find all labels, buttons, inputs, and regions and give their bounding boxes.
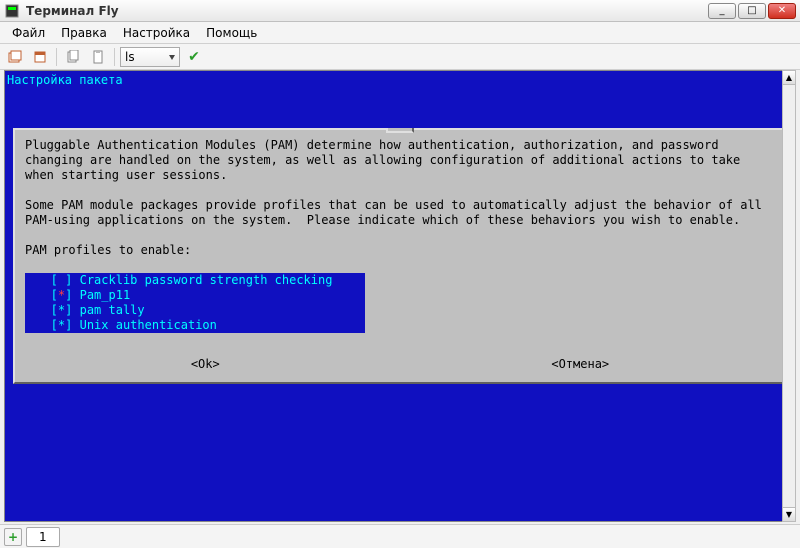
dialog-paragraph-2: Some PAM module packages provide profile…: [25, 198, 775, 228]
checkbox-mark: [58, 273, 65, 287]
profile-label: Cracklib password strength checking: [80, 273, 333, 287]
paste-button[interactable]: [87, 47, 109, 67]
dialog-paragraph-1: Pluggable Authentication Modules (PAM) d…: [25, 138, 775, 183]
apply-button[interactable]: ✔: [183, 47, 205, 67]
close-button[interactable]: ✕: [768, 3, 796, 19]
menu-help[interactable]: Помощь: [198, 24, 265, 42]
new-tab-button[interactable]: [4, 47, 26, 67]
profile-item-unix-auth[interactable]: [*] Unix authentication: [29, 318, 361, 333]
tab-label: 1: [39, 530, 47, 544]
window-title: Терминал Fly: [26, 4, 708, 18]
dialog-prompt: PAM profiles to enable:: [25, 243, 775, 258]
toolbar: ls ✔: [0, 44, 800, 70]
ok-button[interactable]: <Ok>: [191, 357, 220, 372]
command-combo[interactable]: ls: [120, 47, 180, 67]
profile-label: Unix authentication: [80, 318, 217, 332]
menu-file[interactable]: Файл: [4, 24, 53, 42]
cancel-button[interactable]: <Отмена>: [551, 357, 609, 372]
menu-edit[interactable]: Правка: [53, 24, 115, 42]
scroll-up-arrow[interactable]: ▲: [783, 71, 795, 85]
vertical-scrollbar[interactable]: ▲ ▼: [782, 70, 796, 522]
dialog-button-row: <Ok> <Отмена>: [25, 357, 775, 372]
profile-label: Pam_p11: [80, 288, 131, 302]
toolbar-separator: [56, 48, 57, 66]
minimize-button[interactable]: _: [708, 3, 736, 19]
copy-button[interactable]: [62, 47, 84, 67]
profile-label: pam tally: [80, 303, 145, 317]
close-icon: ✕: [778, 5, 786, 16]
terminal-view[interactable]: Настройка пакета Pluggable Authenticatio…: [4, 70, 796, 522]
scroll-down-arrow[interactable]: ▼: [783, 507, 795, 521]
add-tab-button[interactable]: +: [4, 528, 22, 546]
maximize-button[interactable]: □: [738, 3, 766, 19]
minimize-icon: _: [720, 5, 725, 16]
menu-bar: Файл Правка Настройка Помощь: [0, 22, 800, 44]
toolbar-separator: [114, 48, 115, 66]
tab-1[interactable]: 1: [26, 527, 60, 547]
checkbox-mark: *: [58, 288, 65, 302]
tab-bar: + 1: [0, 524, 800, 548]
dialog-title-notch: [386, 128, 414, 133]
profile-item-pam-tally[interactable]: [*] pam tally: [29, 303, 361, 318]
profile-item-cracklib[interactable]: [ ] Cracklib password strength checking: [29, 273, 361, 288]
pam-profiles-list[interactable]: [ ] Cracklib password strength checking …: [25, 273, 365, 333]
pam-config-dialog: Pluggable Authentication Modules (PAM) d…: [13, 128, 787, 384]
profile-item-pam-p11[interactable]: [*] Pam_p11: [29, 288, 361, 303]
command-combo-value: ls: [125, 50, 135, 64]
check-icon: ✔: [188, 49, 200, 65]
new-window-button[interactable]: [29, 47, 51, 67]
maximize-icon: □: [747, 5, 756, 16]
package-config-title: Настройка пакета: [7, 73, 793, 88]
menu-settings[interactable]: Настройка: [115, 24, 198, 42]
window-controls: _ □ ✕: [708, 3, 796, 19]
plus-icon: +: [8, 530, 18, 544]
checkbox-mark: *: [58, 318, 65, 332]
checkbox-mark: *: [58, 303, 65, 317]
app-icon: [4, 3, 20, 19]
title-bar: Терминал Fly _ □ ✕: [0, 0, 800, 22]
